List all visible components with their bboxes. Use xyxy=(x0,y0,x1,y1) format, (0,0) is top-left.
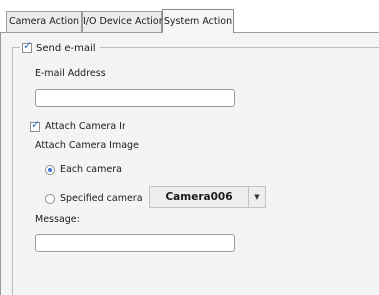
email-address-field[interactable] xyxy=(35,89,235,107)
each-camera-option[interactable]: Each camera xyxy=(45,164,122,175)
system-action-panel: ✓ Send e-mail E-mail Address ✓ Attach Ca… xyxy=(0,33,379,295)
attach-camera-image-checkbox[interactable]: ✓ xyxy=(30,118,40,132)
tab-system-action[interactable]: System Action xyxy=(162,9,234,33)
specified-camera-radio[interactable] xyxy=(45,193,55,204)
tab-camera-action[interactable]: Camera Action xyxy=(6,11,82,32)
each-camera-label: Each camera xyxy=(60,164,122,175)
email-address-label: E-mail Address xyxy=(35,68,106,79)
camera-select-dropdown[interactable]: Camera006 ▼ xyxy=(149,186,266,208)
specified-camera-option[interactable]: Specified camera xyxy=(45,193,147,204)
message-field[interactable] xyxy=(35,234,235,252)
tab-bar: Camera Action I/O Device Action System A… xyxy=(0,0,379,33)
checkmark-icon: ✓ xyxy=(23,39,33,52)
send-email-legend: ✓ Send e-mail xyxy=(20,39,100,56)
send-email-checkbox[interactable]: ✓ xyxy=(22,39,32,53)
attach-image-row: ✓ Attach Camera Image xyxy=(30,118,125,132)
chevron-down-icon[interactable]: ▼ xyxy=(249,187,265,207)
tab-io-device-action[interactable]: I/O Device Action xyxy=(82,11,165,32)
checkmark-icon: ✓ xyxy=(31,117,41,131)
specified-camera-label: Specified camera xyxy=(60,193,143,204)
attach-camera-image-heading: Attach Camera Image xyxy=(35,140,139,151)
camera-select-value: Camera006 xyxy=(150,187,249,207)
message-label: Message: xyxy=(35,214,80,225)
send-email-label: Send e-mail xyxy=(36,42,96,54)
each-camera-radio[interactable] xyxy=(45,164,55,175)
attach-camera-image-label: Attach Camera Image xyxy=(45,121,125,132)
